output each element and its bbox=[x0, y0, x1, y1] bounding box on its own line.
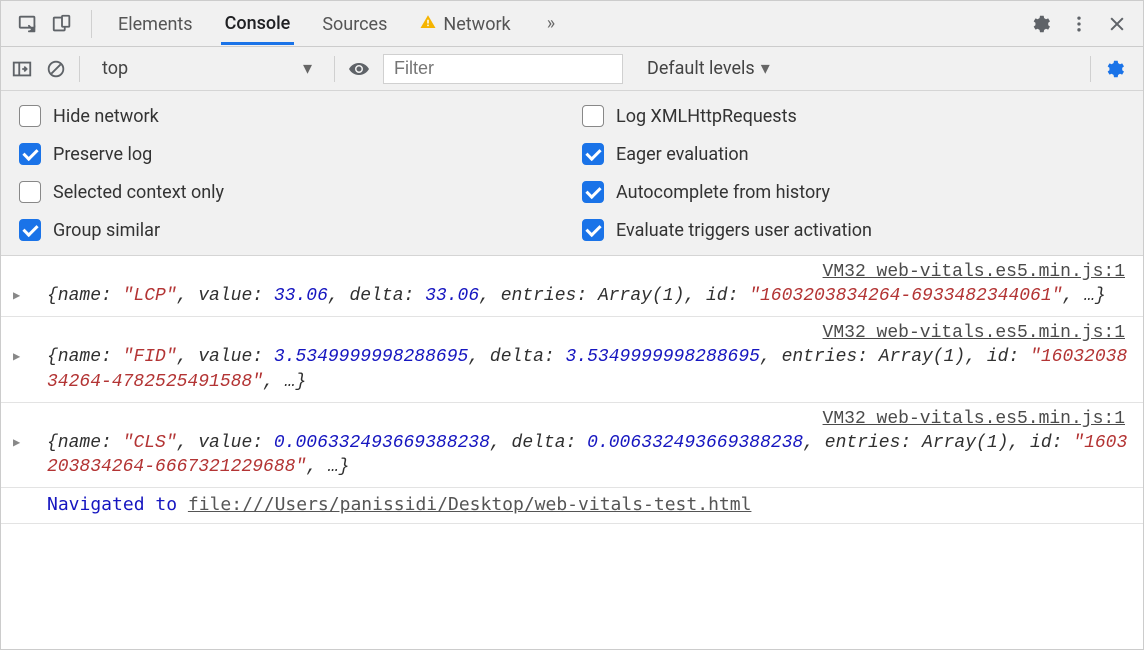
checkbox-evaluate-user-activation[interactable]: Evaluate triggers user activation bbox=[582, 219, 1125, 241]
checkbox-label: Autocomplete from history bbox=[616, 182, 830, 203]
checkbox-label: Selected context only bbox=[53, 182, 224, 203]
checkbox-icon bbox=[19, 219, 41, 241]
checkbox-selected-context-only[interactable]: Selected context only bbox=[19, 181, 562, 203]
context-selector-label: top bbox=[102, 58, 128, 79]
topbar-right-icons bbox=[1029, 13, 1137, 35]
checkbox-icon bbox=[19, 105, 41, 127]
close-icon[interactable] bbox=[1107, 14, 1127, 34]
clear-console-icon[interactable] bbox=[45, 58, 67, 80]
chevron-down-icon: ▾ bbox=[303, 58, 312, 79]
tab-console[interactable]: Console bbox=[221, 3, 295, 45]
tab-elements[interactable]: Elements bbox=[114, 4, 197, 43]
expand-object-icon[interactable]: ▶ bbox=[13, 431, 47, 450]
console-message: VM32 web-vitals.es5.min.js:1 ▶ {name: "L… bbox=[1, 256, 1143, 317]
divider bbox=[1090, 56, 1091, 82]
nav-url-link[interactable]: file:///Users/panissidi/Desktop/web-vita… bbox=[188, 494, 752, 515]
inspect-element-icon[interactable] bbox=[17, 13, 39, 35]
tab-sources[interactable]: Sources bbox=[318, 4, 391, 43]
checkbox-label: Group similar bbox=[53, 220, 160, 241]
checkbox-hide-network[interactable]: Hide network bbox=[19, 105, 562, 127]
log-levels-selector[interactable]: Default levels ▾ bbox=[635, 58, 782, 79]
checkbox-autocomplete-history[interactable]: Autocomplete from history bbox=[582, 181, 1125, 203]
message-source-link[interactable]: VM32 web-vitals.es5.min.js:1 bbox=[47, 409, 1131, 431]
checkbox-preserve-log[interactable]: Preserve log bbox=[19, 143, 562, 165]
console-message: VM32 web-vitals.es5.min.js:1 ▶ {name: "F… bbox=[1, 317, 1143, 403]
panel-tabs: Elements Console Sources Network » bbox=[100, 3, 1029, 45]
device-toolbar-icon[interactable] bbox=[51, 13, 73, 35]
divider bbox=[334, 56, 335, 82]
log-levels-label: Default levels bbox=[647, 58, 755, 79]
divider bbox=[91, 10, 92, 38]
checkbox-icon bbox=[582, 143, 604, 165]
expand-object-icon[interactable]: ▶ bbox=[13, 345, 47, 364]
checkbox-log-xhr[interactable]: Log XMLHttpRequests bbox=[582, 105, 1125, 127]
more-tabs-chevron-icon[interactable]: » bbox=[539, 13, 563, 34]
checkbox-label: Eager evaluation bbox=[616, 144, 749, 165]
nav-prefix: Navigated to bbox=[47, 494, 188, 515]
checkbox-label: Hide network bbox=[53, 106, 159, 127]
topbar-left-icons bbox=[7, 13, 83, 35]
tab-network[interactable]: Network bbox=[415, 3, 514, 44]
console-settings-gear-icon[interactable] bbox=[1103, 58, 1129, 80]
navigation-message: Navigated to file:///Users/panissidi/Des… bbox=[1, 488, 1143, 524]
console-settings-panel: Hide network Log XMLHttpRequests Preserv… bbox=[1, 91, 1143, 256]
message-source-link[interactable]: VM32 web-vitals.es5.min.js:1 bbox=[47, 323, 1131, 345]
tab-network-label: Network bbox=[443, 14, 510, 35]
context-selector[interactable]: top ▾ bbox=[92, 54, 322, 84]
message-body[interactable]: {name: "CLS", value: 0.00633249366938823… bbox=[47, 431, 1131, 480]
expand-object-icon[interactable]: ▶ bbox=[13, 284, 47, 303]
live-expression-icon[interactable] bbox=[347, 57, 371, 81]
console-message: VM32 web-vitals.es5.min.js:1 ▶ {name: "C… bbox=[1, 403, 1143, 489]
message-body[interactable]: {name: "FID", value: 3.5349999998288695,… bbox=[47, 345, 1131, 394]
gear-icon[interactable] bbox=[1029, 13, 1051, 35]
checkbox-icon bbox=[582, 105, 604, 127]
filter-input[interactable] bbox=[383, 54, 623, 84]
show-sidebar-icon[interactable] bbox=[11, 58, 33, 80]
checkbox-icon bbox=[19, 143, 41, 165]
console-output: VM32 web-vitals.es5.min.js:1 ▶ {name: "L… bbox=[1, 256, 1143, 524]
kebab-menu-icon[interactable] bbox=[1069, 14, 1089, 34]
warning-icon bbox=[419, 13, 437, 36]
checkbox-eager-evaluation[interactable]: Eager evaluation bbox=[582, 143, 1125, 165]
console-toolbar: top ▾ Default levels ▾ bbox=[1, 47, 1143, 91]
message-body[interactable]: {name: "LCP", value: 33.06, delta: 33.06… bbox=[47, 284, 1131, 308]
chevron-down-icon: ▾ bbox=[761, 58, 770, 79]
checkbox-label: Preserve log bbox=[53, 144, 152, 165]
checkbox-label: Evaluate triggers user activation bbox=[616, 220, 872, 241]
checkbox-icon bbox=[582, 181, 604, 203]
checkbox-icon bbox=[582, 219, 604, 241]
checkbox-label: Log XMLHttpRequests bbox=[616, 106, 797, 127]
divider bbox=[79, 56, 80, 82]
message-source-link[interactable]: VM32 web-vitals.es5.min.js:1 bbox=[47, 262, 1131, 284]
checkbox-group-similar[interactable]: Group similar bbox=[19, 219, 562, 241]
devtools-tabbar: Elements Console Sources Network » bbox=[1, 1, 1143, 47]
checkbox-icon bbox=[19, 181, 41, 203]
